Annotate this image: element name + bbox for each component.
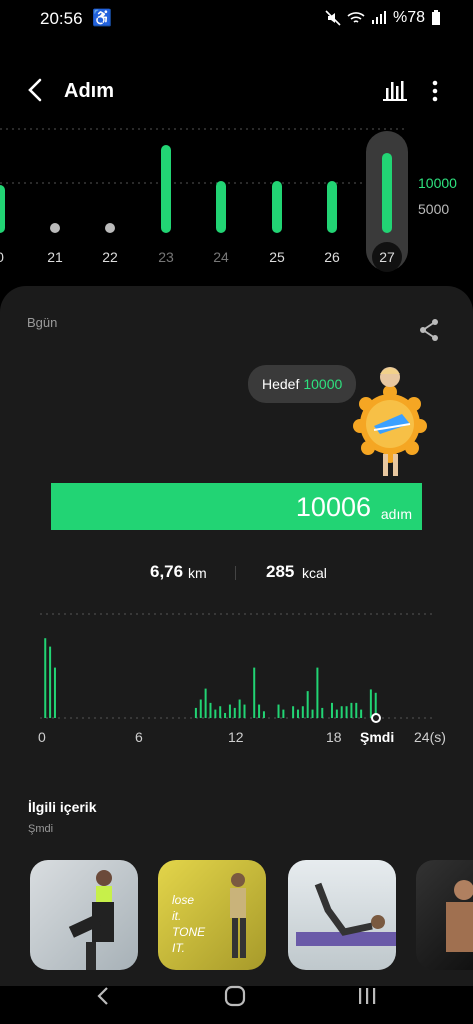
more-options-icon[interactable] — [428, 78, 442, 104]
calories-value: 285 — [266, 562, 295, 581]
related-thumbnail-1[interactable] — [30, 860, 138, 970]
hour-bar — [292, 706, 295, 718]
steps-count: 10006 — [295, 492, 371, 522]
status-time: 20:56 — [40, 9, 83, 28]
day-bar-27[interactable] — [382, 152, 392, 233]
nav-home-icon[interactable] — [224, 985, 246, 1007]
goal-bubble: Hedef 10000 — [248, 365, 357, 403]
hour-bar — [53, 667, 56, 718]
day-bar-24[interactable] — [216, 181, 226, 233]
day-label-22: 22 — [102, 249, 118, 265]
hour-bar — [238, 699, 241, 718]
steps-unit: adım — [380, 506, 412, 522]
day-bar-26[interactable] — [327, 181, 337, 233]
hour-bar — [282, 709, 285, 718]
battery-level: %78 — [392, 9, 425, 26]
hour-bar — [350, 702, 353, 718]
signal-icon — [371, 11, 386, 24]
goal-prefix: Hedef — [262, 376, 300, 392]
day-bar-23[interactable] — [161, 145, 171, 233]
hour-bar — [262, 711, 265, 718]
hour-bar — [316, 667, 319, 718]
mid-gridline-label: 5000 — [418, 201, 450, 217]
battery-icon — [432, 10, 440, 25]
back-arrow-icon[interactable] — [22, 76, 50, 104]
period-label: Bgün — [27, 315, 58, 330]
gym-photo-icon — [446, 880, 473, 952]
hour-bar — [243, 704, 246, 718]
hour-bar — [204, 688, 207, 718]
hour-bar — [335, 709, 338, 718]
wifi-icon — [347, 12, 365, 23]
day-label-25: 25 — [269, 249, 285, 265]
distance-value: 6,76 — [150, 562, 184, 581]
hour-bar — [44, 638, 47, 718]
day-label-27: 27 — [379, 249, 395, 265]
hour-bar — [228, 704, 231, 718]
hour-bar — [209, 702, 212, 718]
hour-bar — [224, 712, 227, 718]
achievement-mascot-icon — [353, 367, 427, 476]
related-thumbnail-3[interactable] — [288, 860, 396, 970]
day-bar-25[interactable] — [272, 181, 282, 233]
hour-bar — [277, 704, 280, 718]
day-bar-21[interactable] — [50, 223, 60, 233]
stat-divider — [235, 566, 236, 580]
bar-chart-icon[interactable] — [382, 78, 408, 102]
hour-bar — [253, 667, 256, 718]
nav-recent-apps-icon[interactable] — [356, 986, 378, 1006]
workout-photo-icon — [68, 870, 114, 970]
x-label-0: 0 — [38, 729, 46, 745]
hour-bar — [355, 702, 358, 718]
hour-bar — [199, 699, 202, 718]
hour-bar — [330, 702, 333, 718]
day-label-26: 26 — [324, 249, 340, 265]
calories-unit: kcal — [302, 565, 327, 581]
share-icon[interactable] — [418, 318, 440, 342]
goal-gridline-label: 10000 — [418, 175, 457, 191]
hour-bar — [345, 706, 348, 718]
x-label-6: 6 — [135, 729, 143, 745]
hour-bar — [214, 709, 217, 718]
x-label-18: 18 — [326, 729, 342, 745]
weekly-steps-chart[interactable]: 0 21 22 23 24 25 26 27 — [0, 125, 473, 285]
x-label-12: 12 — [228, 729, 244, 745]
hour-bar — [49, 646, 52, 718]
hour-bar — [311, 709, 314, 718]
hour-bar — [219, 706, 222, 718]
now-marker — [371, 713, 381, 723]
day-label-21: 21 — [47, 249, 63, 265]
hour-bar — [360, 709, 363, 718]
hour-bar — [258, 704, 261, 718]
related-content-title: İlgili içerik — [28, 799, 97, 815]
mute-icon — [325, 10, 341, 26]
page-title: Adım — [64, 80, 114, 102]
distance-unit: km — [188, 565, 207, 581]
nav-back-icon[interactable] — [95, 986, 113, 1006]
day-bar-0[interactable] — [0, 185, 5, 233]
hour-bar — [340, 706, 343, 718]
thumbnail-caption: lose it. TONE IT. — [172, 893, 206, 955]
day-label-24: 24 — [213, 249, 229, 265]
related-thumbnail-2[interactable]: lose it. TONE IT. — [158, 860, 266, 970]
hour-bar — [233, 707, 236, 718]
floor-exercise-photo-icon — [296, 882, 396, 946]
hour-bar — [306, 691, 309, 718]
day-label-23: 23 — [158, 249, 174, 265]
x-label-24: 24(s) — [414, 729, 446, 745]
related-content-subtitle: Şmdi — [28, 823, 54, 835]
x-label-now: Şmdi — [360, 729, 395, 745]
hour-bar — [194, 707, 197, 718]
hour-bar — [301, 706, 304, 718]
hour-bar — [321, 707, 324, 718]
day-label-0: 0 — [0, 249, 4, 265]
day-bar-22[interactable] — [105, 223, 115, 233]
hour-bar — [369, 689, 372, 718]
hour-bar — [296, 709, 299, 718]
runner-photo-icon — [230, 873, 246, 958]
goal-value: 10000 — [303, 376, 343, 392]
accessibility-icon: ♿ — [92, 10, 112, 27]
related-thumbnail-4[interactable] — [416, 860, 473, 970]
status-icons: %78 — [325, 9, 441, 27]
